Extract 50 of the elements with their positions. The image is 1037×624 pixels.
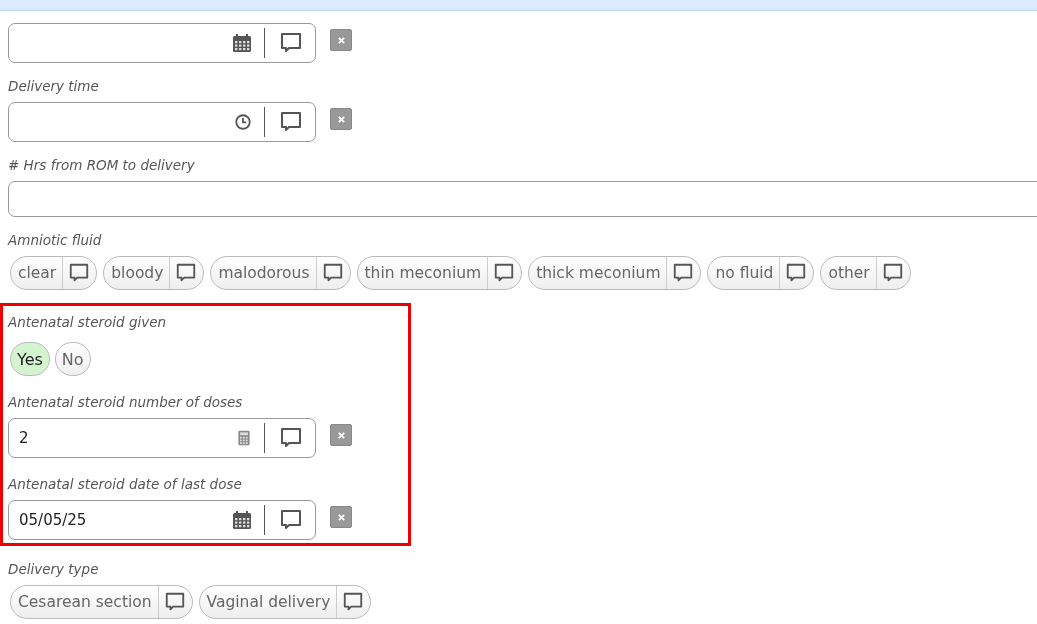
speech-bubble-icon: [279, 508, 303, 532]
number-field[interactable]: 2: [8, 418, 316, 458]
calendar-icon[interactable]: [232, 33, 252, 53]
speech-bubble-icon: [68, 262, 91, 284]
time-field[interactable]: [8, 102, 316, 142]
close-icon: [336, 512, 346, 522]
option-button[interactable]: clear: [11, 257, 64, 289]
option-button[interactable]: Vaginal delivery: [199, 586, 338, 618]
option-button[interactable]: no fluid: [708, 257, 781, 289]
speech-bubble-icon: [279, 426, 303, 450]
field-label: Antenatal steroid number of doses: [8, 394, 244, 410]
close-icon: [336, 430, 346, 440]
calculator-icon[interactable]: [236, 429, 252, 447]
speech-bubble-icon: [279, 110, 303, 134]
speech-bubble-icon: [175, 262, 198, 284]
clear-button[interactable]: [330, 424, 352, 446]
option-button[interactable]: No: [54, 342, 91, 376]
clear-button[interactable]: [330, 108, 352, 130]
field-label: Delivery type: [8, 561, 100, 577]
speech-bubble-icon: [342, 591, 365, 613]
speech-bubble-icon: [785, 262, 808, 284]
speech-bubble-icon: [279, 31, 303, 55]
option-button[interactable]: thick meconium: [529, 257, 668, 289]
input-field[interactable]: [8, 181, 1037, 217]
clear-button[interactable]: [330, 29, 352, 51]
option-button[interactable]: Cesarean section: [11, 586, 159, 618]
speech-bubble-icon: [672, 262, 695, 284]
option-button[interactable]: bloody: [104, 257, 171, 289]
field-label: Delivery time: [8, 78, 100, 94]
speech-bubble-icon: [321, 262, 344, 284]
option-button[interactable]: thin meconium: [357, 257, 489, 289]
field-label: Amniotic fluid: [8, 232, 103, 248]
close-icon: [336, 114, 346, 124]
option-button[interactable]: Yes: [10, 342, 50, 376]
calendar-icon[interactable]: [232, 510, 252, 530]
text-input[interactable]: 05/05/25: [19, 509, 226, 531]
speech-bubble-icon: [493, 262, 516, 284]
speech-bubble-icon: [163, 591, 186, 613]
date-field[interactable]: [8, 23, 316, 63]
speech-bubble-icon: [881, 262, 904, 284]
date-field[interactable]: 05/05/25: [8, 500, 316, 540]
clock-icon[interactable]: [234, 113, 252, 131]
text-input[interactable]: 2: [19, 427, 230, 449]
close-icon: [336, 35, 346, 45]
clear-button[interactable]: [330, 506, 352, 528]
option-button[interactable]: other: [821, 257, 877, 289]
field-label: Antenatal steroid given: [8, 314, 168, 330]
field-label: Antenatal steroid date of last dose: [8, 476, 243, 492]
field-label: # Hrs from ROM to delivery: [8, 157, 196, 173]
option-button[interactable]: malodorous: [211, 257, 317, 289]
